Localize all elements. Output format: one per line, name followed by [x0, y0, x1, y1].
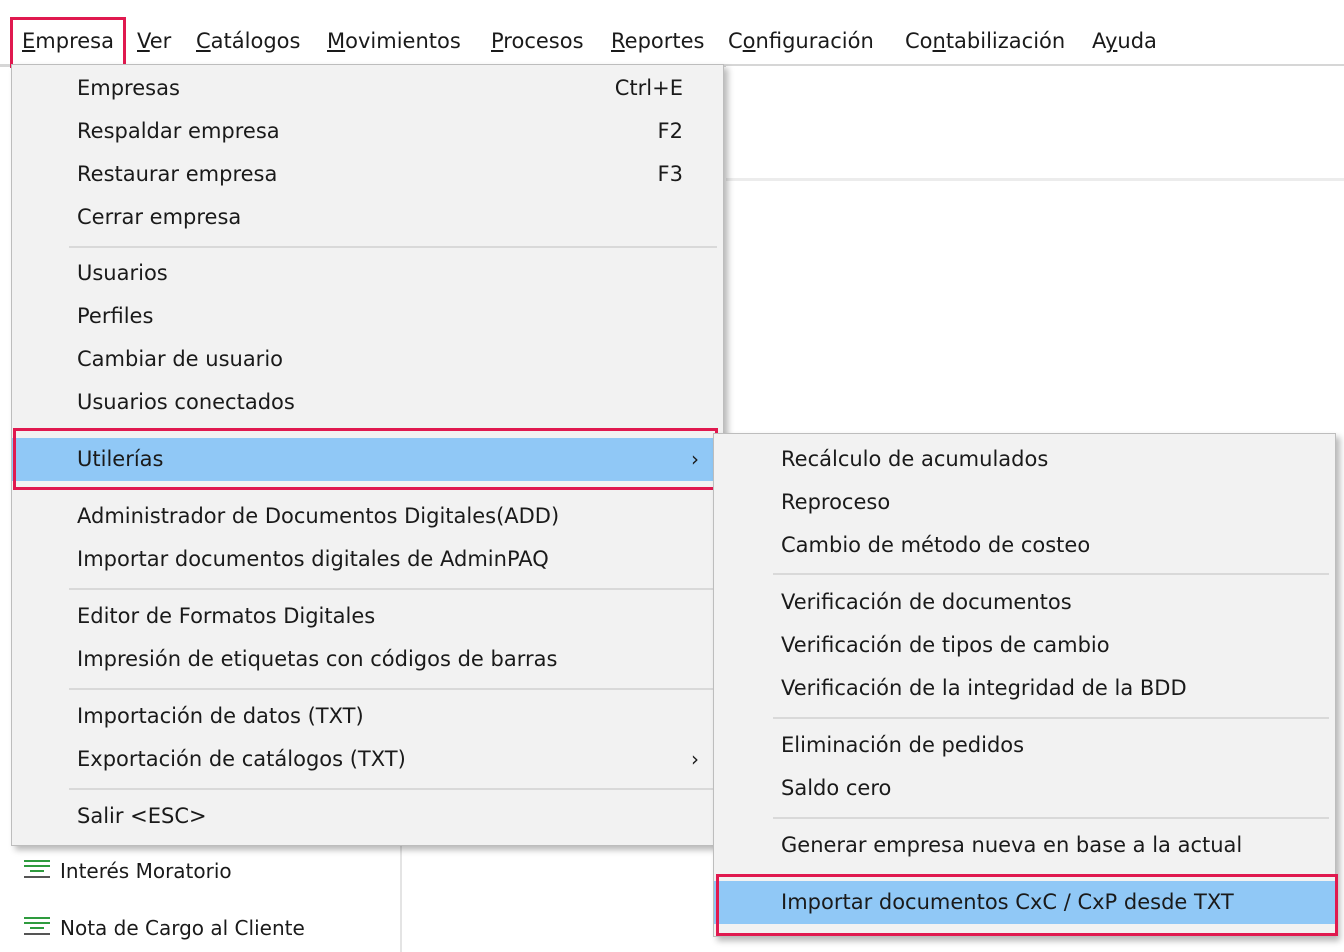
menu-item-cambiar-usuario[interactable]: Cambiar de usuario [12, 338, 723, 381]
background-list: Interés Moratorio Nota de Cargo al Clien… [10, 846, 402, 952]
shortcut-label: Ctrl+E [614, 76, 683, 100]
menubar-ver[interactable]: Ver [137, 26, 171, 56]
highlight-empresa-box [10, 17, 126, 68]
menu-item-cambio-metodo-costeo[interactable]: Cambio de método de costeo [714, 524, 1335, 567]
chevron-right-icon: › [691, 747, 699, 771]
menu-item-exportacion-catalogos[interactable]: Exportación de catálogos (TXT) › [12, 738, 723, 781]
menu-bar: Empresa Ver Catálogos Movimientos Proces… [0, 0, 1344, 68]
highlight-importar-cxc-box [716, 874, 1338, 936]
menu-separator [773, 573, 1329, 575]
menu-separator [69, 588, 717, 590]
menu-item-impresion-etiquetas[interactable]: Impresión de etiquetas con códigos de ba… [12, 638, 723, 681]
menu-item-generar-empresa-nueva[interactable]: Generar empresa nueva en base a la actua… [714, 824, 1335, 867]
menu-separator [69, 246, 717, 248]
menu-item-perfiles[interactable]: Perfiles [12, 295, 723, 338]
menu-item-verificacion-documentos[interactable]: Verificación de documentos [714, 581, 1335, 624]
menubar-procesos[interactable]: Procesos [491, 26, 584, 56]
menu-separator [773, 817, 1329, 819]
menu-item-saldo-cero[interactable]: Saldo cero [714, 767, 1335, 810]
menubar-catalogos[interactable]: Catálogos [196, 26, 300, 56]
menu-item-empresas[interactable]: Empresas Ctrl+E [12, 67, 723, 110]
menu-item-eliminacion-pedidos[interactable]: Eliminación de pedidos [714, 724, 1335, 767]
menu-item-administrador-documentos-digitales[interactable]: Administrador de Documentos Digitales(AD… [12, 495, 723, 538]
menubar-ayuda[interactable]: Ayuda [1092, 26, 1157, 56]
menu-item-salir[interactable]: Salir <ESC> [12, 795, 723, 838]
menu-separator [69, 688, 717, 690]
menu-item-reproceso[interactable]: Reproceso [714, 481, 1335, 524]
menu-item-importar-adminpaq[interactable]: Importar documentos digitales de AdminPA… [12, 538, 723, 581]
list-item[interactable]: Interés Moratorio [22, 856, 232, 886]
menu-item-editor-formatos[interactable]: Editor de Formatos Digitales [12, 595, 723, 638]
list-item[interactable]: Nota de Cargo al Cliente [22, 913, 305, 943]
menu-item-verificacion-integridad-bdd[interactable]: Verificación de la integridad de la BDD [714, 667, 1335, 710]
menu-item-respaldar-empresa[interactable]: Respaldar empresa F2 [12, 110, 723, 153]
menu-item-importacion-datos[interactable]: Importación de datos (TXT) [12, 695, 723, 738]
menu-item-verificacion-tipos-cambio[interactable]: Verificación de tipos de cambio [714, 624, 1335, 667]
menubar-reportes[interactable]: Reportes [611, 26, 704, 56]
menubar-contabilizacion[interactable]: Contabilización [905, 26, 1065, 56]
shortcut-label: F2 [657, 119, 683, 143]
menu-item-usuarios-conectados[interactable]: Usuarios conectados [12, 381, 723, 424]
menu-item-cerrar-empresa[interactable]: Cerrar empresa [12, 196, 723, 239]
menubar-configuracion[interactable]: Configuración [728, 26, 874, 56]
utilerias-submenu: Recálculo de acumulados Reproceso Cambio… [713, 433, 1336, 937]
menu-separator [69, 788, 717, 790]
background-panel [726, 66, 1344, 181]
highlight-utilerias-box [13, 428, 718, 490]
list-lines-icon [22, 858, 52, 888]
menu-separator [773, 717, 1329, 719]
menu-item-recalculo-acumulados[interactable]: Recálculo de acumulados [714, 438, 1335, 481]
menu-item-restaurar-empresa[interactable]: Restaurar empresa F3 [12, 153, 723, 196]
list-lines-icon [22, 915, 52, 945]
shortcut-label: F3 [657, 162, 683, 186]
menu-item-usuarios[interactable]: Usuarios [12, 252, 723, 295]
menubar-movimientos[interactable]: Movimientos [327, 26, 461, 56]
